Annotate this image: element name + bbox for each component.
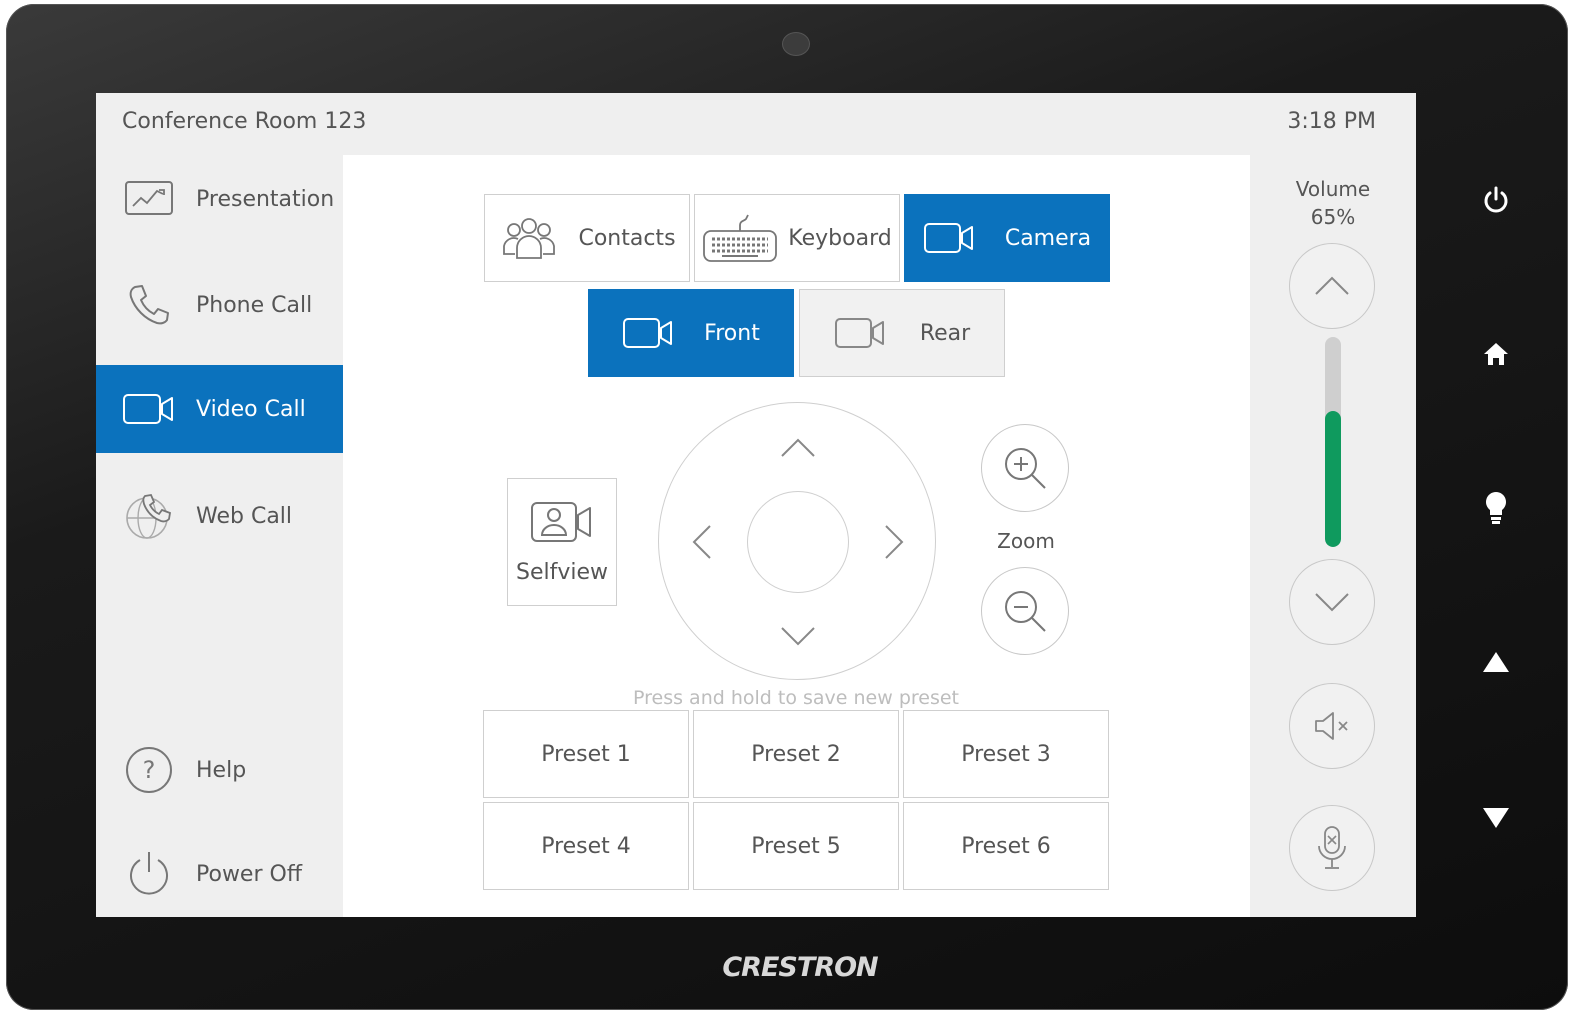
pan-right-button[interactable] [869,507,919,577]
hardware-down-button[interactable] [1476,798,1516,838]
dpad-center-button[interactable] [747,491,849,593]
zoom-in-button[interactable] [981,424,1069,512]
preset-4-button[interactable]: Preset 4 [483,802,689,890]
selfview-label: Selfview [515,559,609,585]
room-name: Conference Room 123 [122,109,367,134]
selfview-button[interactable]: Selfview [507,478,617,606]
power-icon [1484,186,1508,213]
lightbulb-icon [1486,492,1506,524]
chevron-right-icon [885,525,904,559]
tilt-down-button[interactable] [763,611,833,661]
chevron-down-icon [781,627,815,646]
hardware-lights-button[interactable] [1476,488,1516,528]
presentation-icon [118,174,180,224]
svg-text:?: ? [143,756,156,784]
tab-camera[interactable]: Camera [904,194,1110,282]
rear-camera-button[interactable]: Rear [799,289,1005,377]
triangle-down-icon [1483,808,1509,828]
sidebar-item-help[interactable]: ? Help [96,726,343,814]
top-bar: Conference Room 123 3:18 PM [96,93,1416,155]
video-camera-icon [834,316,886,350]
volume-slider[interactable] [1325,337,1341,547]
sidebar-item-label: Power Off [196,861,302,887]
volume-down-button[interactable] [1289,559,1375,645]
front-camera-label: Front [704,320,760,346]
hardware-power-button[interactable] [1476,180,1516,220]
keyboard-icon [702,213,778,263]
volume-slider-fill [1325,410,1341,547]
tab-label: Camera [1004,225,1092,251]
mute-button[interactable] [1289,683,1375,769]
preset-1-button[interactable]: Preset 1 [483,710,689,798]
zoom-in-icon [1005,448,1046,489]
chevron-left-icon [692,525,711,559]
sidebar-item-label: Video Call [196,396,306,422]
chevron-up-icon [1315,276,1349,295]
preset-2-button[interactable]: Preset 2 [693,710,899,798]
microphone-mute-icon [1318,826,1346,869]
sidebar-item-label: Presentation [196,186,335,212]
power-icon [118,849,180,899]
sidebar-item-web-call[interactable]: Web Call [96,472,343,560]
speaker-mute-icon [1315,712,1348,740]
selfview-camera-icon [530,500,594,550]
tab-label: Contacts [578,225,676,251]
volume-up-button[interactable] [1289,243,1375,329]
front-camera-button[interactable]: Front [588,289,794,377]
triangle-up-icon [1483,652,1509,672]
sidebar-item-presentation[interactable]: Presentation [96,155,343,243]
contacts-icon [498,214,560,262]
zoom-out-icon [1005,591,1046,632]
tab-contacts[interactable]: Contacts [484,194,690,282]
sidebar-item-phone-call[interactable]: Phone Call [96,261,343,349]
sidebar-item-power-off[interactable]: Power Off [96,830,343,917]
rear-camera-label: Rear [919,320,971,346]
sidebar-item-label: Web Call [196,503,293,529]
chevron-up-icon [781,438,815,457]
video-camera-icon [118,384,180,434]
zoom-out-button[interactable] [981,567,1069,655]
phone-icon [118,280,180,330]
volume-level-text: 65% [1310,205,1356,229]
home-icon [1484,343,1508,365]
sidebar-item-video-call[interactable]: Video Call [96,365,343,453]
chevron-down-icon [1315,593,1349,612]
video-camera-icon [622,316,674,350]
mic-mute-button[interactable] [1289,805,1375,891]
tilt-up-button[interactable] [763,423,833,473]
sidebar-item-label: Help [196,757,247,783]
brand-logo: CRESTRON [722,952,878,983]
tab-label: Keyboard [788,225,892,251]
front-camera-lens [782,32,810,56]
hardware-up-button[interactable] [1476,642,1516,682]
preset-hint: Press and hold to save new preset [633,687,959,709]
sidebar-item-label: Phone Call [196,292,313,318]
hardware-home-button[interactable] [1476,334,1516,374]
help-icon: ? [118,745,180,795]
preset-5-button[interactable]: Preset 5 [693,802,899,890]
volume-label: Volume [1295,177,1371,201]
preset-3-button[interactable]: Preset 3 [903,710,1109,798]
touch-screen: Conference Room 123 3:18 PM Presentation… [96,93,1416,917]
zoom-label: Zoom [997,529,1055,553]
volume-label-block: Volume 65% [1250,175,1416,231]
tab-keyboard[interactable]: Keyboard [694,194,900,282]
pan-tilt-dpad [658,402,936,680]
pan-left-button[interactable] [677,507,727,577]
clock: 3:18 PM [1287,109,1376,134]
sidebar: Presentation Phone Call Video Call Web C… [96,155,343,917]
video-camera-icon [923,221,975,255]
web-call-icon [118,491,180,541]
preset-6-button[interactable]: Preset 6 [903,802,1109,890]
